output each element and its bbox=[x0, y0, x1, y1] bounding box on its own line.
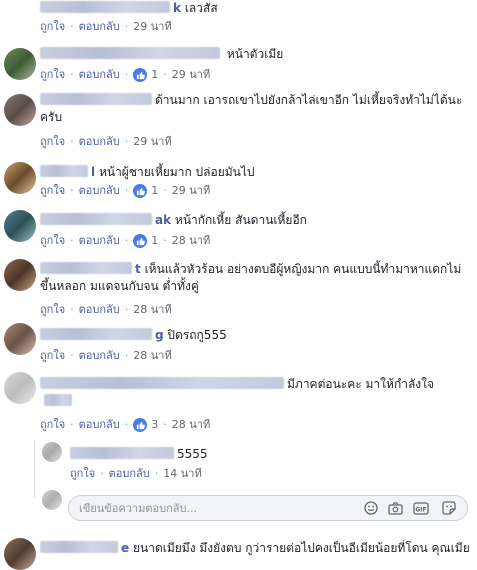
comment-body: มีภาคต่อนะคะ มาให้กำลังใจ bbox=[40, 376, 470, 410]
thumbs-up-icon[interactable] bbox=[133, 184, 148, 198]
comment-time[interactable]: 28 นาที bbox=[172, 418, 210, 432]
like-link[interactable]: ถูกใจ bbox=[40, 135, 65, 149]
like-count[interactable]: 1 bbox=[151, 68, 158, 82]
like-link[interactable]: ถูกใจ bbox=[40, 68, 65, 82]
comment-author-tail[interactable]: ak bbox=[155, 213, 171, 227]
comment-body: ak หน้ากักเหี้ย สันดานเหี้ยอีก bbox=[40, 212, 460, 229]
gif-icon[interactable]: GIF bbox=[413, 500, 429, 516]
reply-link[interactable]: ตอบกลับ bbox=[79, 20, 120, 34]
comment-body: l หน้าผู้ชายเหี้ยมาก ปล่อยมันไป bbox=[40, 164, 460, 181]
comment-author-tail[interactable]: l bbox=[91, 165, 95, 179]
emoji-icon[interactable] bbox=[363, 500, 379, 516]
comment-text: ปิดรถกู555 bbox=[167, 328, 227, 342]
avatar[interactable] bbox=[4, 538, 36, 570]
reply-input[interactable] bbox=[79, 496, 329, 520]
camera-icon[interactable] bbox=[387, 500, 403, 516]
comment-text: หน้าผู้ชายเหี้ยมาก ปล่อยมันไป bbox=[98, 165, 255, 179]
comment-actions: ถูกใจ · ตอบกลับ · 29 นาที bbox=[40, 135, 172, 149]
comment-time[interactable]: 29 นาที bbox=[133, 135, 171, 149]
like-count[interactable]: 3 bbox=[151, 418, 158, 432]
comment-author-name[interactable] bbox=[40, 165, 88, 177]
reply-link[interactable]: ตอบกลับ bbox=[79, 135, 120, 149]
svg-text:GIF: GIF bbox=[415, 506, 426, 513]
sticker-icon[interactable] bbox=[441, 500, 457, 516]
avatar[interactable] bbox=[4, 323, 36, 355]
reply-text: 5555 bbox=[177, 447, 208, 461]
comment-text: หน้าตัวเมีย bbox=[226, 47, 284, 61]
like-link[interactable]: ถูกใจ bbox=[40, 184, 65, 198]
comment-author-tail[interactable]: g bbox=[155, 328, 164, 342]
comment-actions: ถูกใจ · ตอบกลับ · 28 นาที bbox=[40, 303, 172, 317]
reply-link[interactable]: ตอบกลับ bbox=[79, 234, 120, 248]
comment-text: มีภาคต่อนะคะ มาให้กำลังใจ bbox=[287, 377, 435, 391]
avatar[interactable] bbox=[4, 210, 36, 242]
comment-author-name[interactable] bbox=[40, 93, 152, 105]
comment-body: e ยนาดเมียมึง มึงยังตบ กูว่ารายต่อไปคงเป… bbox=[40, 540, 475, 557]
avatar[interactable] bbox=[4, 162, 36, 194]
avatar[interactable] bbox=[4, 372, 36, 404]
comment-body: หน้าตัวเมีย bbox=[40, 46, 460, 63]
comment-body: k เลวสัส bbox=[40, 0, 460, 17]
avatar[interactable] bbox=[4, 94, 36, 126]
comment-author-name[interactable] bbox=[40, 377, 284, 389]
avatar[interactable] bbox=[42, 442, 62, 462]
reply-link[interactable]: ตอบกลับ bbox=[79, 184, 120, 198]
like-link[interactable]: ถูกใจ bbox=[40, 234, 65, 248]
avatar[interactable] bbox=[4, 48, 36, 80]
comment-author-tail[interactable]: t bbox=[135, 262, 141, 276]
comment-actions: ถูกใจ · ตอบกลับ · 1 · 28 นาที bbox=[40, 234, 211, 248]
comment-actions: ถูกใจ · ตอบกลับ · 28 นาที bbox=[40, 349, 172, 363]
comment-author-name[interactable] bbox=[40, 213, 152, 225]
thumbs-up-icon[interactable] bbox=[133, 234, 148, 248]
comment-actions: ถูกใจ · ตอบกลับ · 3 · 28 นาที bbox=[40, 418, 211, 432]
comment-author-name[interactable] bbox=[40, 328, 152, 340]
comment-text: ยนาดเมียมึง มึงยังตบ กูว่ารายต่อไปคงเป็น… bbox=[132, 541, 470, 555]
comment-author-tail[interactable]: e bbox=[121, 541, 129, 555]
like-link[interactable]: ถูกใจ bbox=[40, 349, 65, 363]
current-user-avatar bbox=[42, 490, 62, 510]
reply-time[interactable]: 14 นาที bbox=[163, 467, 201, 481]
comment-time[interactable]: 29 นาที bbox=[133, 20, 171, 34]
comment-author-name[interactable] bbox=[40, 262, 132, 274]
comment-actions: ถูกใจ · ตอบกลับ · 1 · 29 นาที bbox=[40, 184, 211, 198]
like-link[interactable]: ถูกใจ bbox=[40, 20, 65, 34]
like-count[interactable]: 1 bbox=[151, 184, 158, 198]
comment-actions: ถูกใจ · ตอบกลับ · 29 นาที bbox=[40, 20, 172, 34]
comment-time[interactable]: 29 นาที bbox=[172, 68, 210, 82]
comment-body: t เห็นแล้วหัวร้อน อย่างตบอีผู้หญิงมาก คน… bbox=[40, 261, 470, 295]
reply-actions: ถูกใจ · ตอบกลับ · 14 นาที bbox=[70, 467, 202, 481]
reply-body: 5555 bbox=[70, 446, 450, 463]
reply-author-name[interactable] bbox=[70, 447, 174, 459]
reply-link[interactable]: ตอบกลับ bbox=[79, 349, 120, 363]
thumbs-up-icon[interactable] bbox=[133, 418, 148, 432]
comment-time[interactable]: 29 นาที bbox=[172, 184, 210, 198]
comment-body: g ปิดรถกู555 bbox=[40, 327, 460, 344]
comment-text: เลวสัส bbox=[184, 1, 218, 15]
reply-link[interactable]: ตอบกลับ bbox=[79, 303, 120, 317]
mentioned-name[interactable] bbox=[44, 394, 72, 406]
comment-text: หน้ากักเหี้ย สันดานเหี้ยอีก bbox=[174, 213, 307, 227]
comment-time[interactable]: 28 นาที bbox=[133, 349, 171, 363]
comment-time[interactable]: 28 นาที bbox=[172, 234, 210, 248]
comment-actions: ถูกใจ · ตอบกลับ · 1 · 29 นาที bbox=[40, 68, 211, 82]
reply-thread-line bbox=[34, 440, 35, 498]
like-count[interactable]: 1 bbox=[151, 234, 158, 248]
comment-author-name[interactable] bbox=[40, 1, 170, 13]
thumbs-up-icon[interactable] bbox=[133, 68, 148, 82]
like-link[interactable]: ถูกใจ bbox=[40, 303, 65, 317]
reply-link[interactable]: ตอบกลับ bbox=[79, 418, 120, 432]
comment-time[interactable]: 28 นาที bbox=[133, 303, 171, 317]
like-link[interactable]: ถูกใจ bbox=[70, 467, 95, 481]
comment-body: ด้านมาก เอารถเขาไปยังกล้าไล่เขาอีก ไม่เห… bbox=[40, 92, 465, 126]
comment-author-name[interactable] bbox=[40, 541, 118, 553]
comment-author-tail[interactable]: k bbox=[173, 1, 181, 15]
avatar[interactable] bbox=[4, 259, 36, 291]
like-link[interactable]: ถูกใจ bbox=[40, 418, 65, 432]
reply-link[interactable]: ตอบกลับ bbox=[109, 467, 150, 481]
reply-link[interactable]: ตอบกลับ bbox=[79, 68, 120, 82]
comment-author-name[interactable] bbox=[40, 47, 220, 59]
reply-composer[interactable]: GIF bbox=[68, 495, 468, 521]
